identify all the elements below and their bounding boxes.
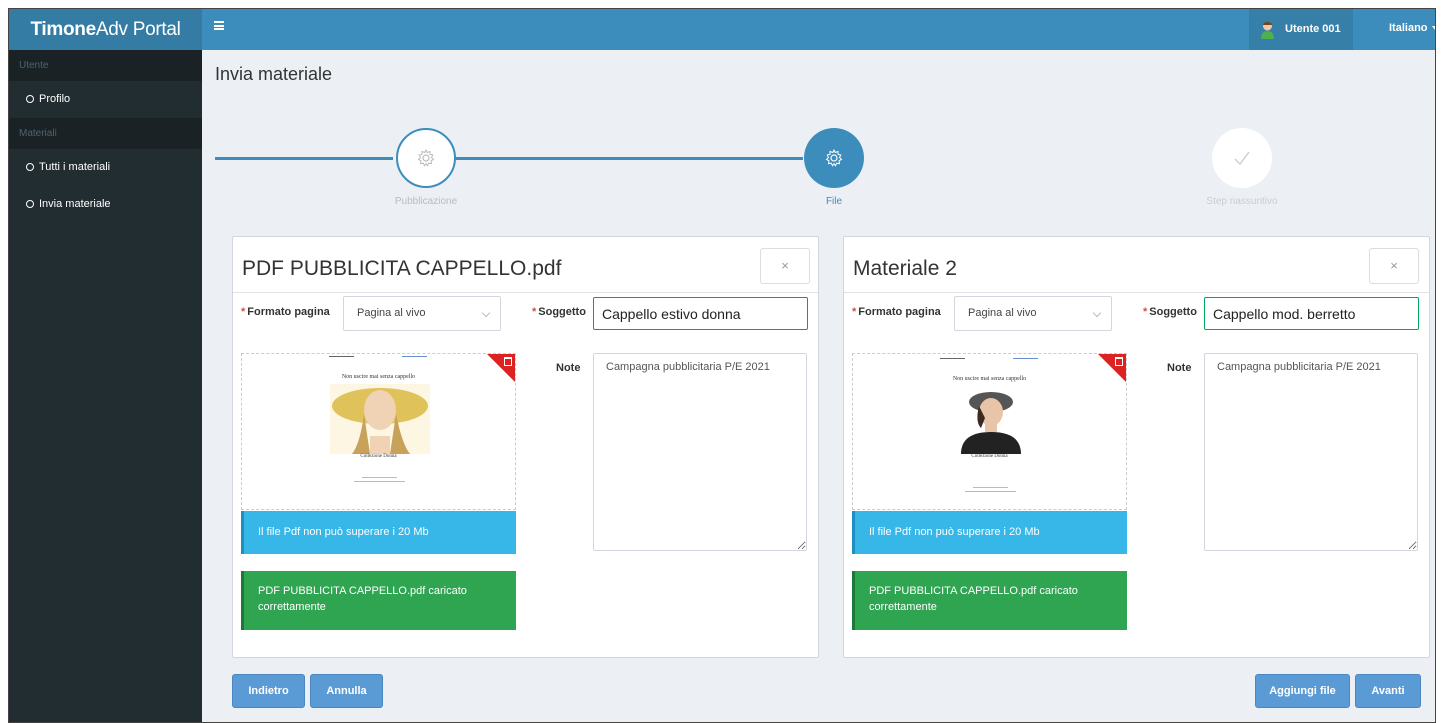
format-select-value: Pagina al vivo bbox=[357, 307, 426, 319]
subject-input[interactable] bbox=[1204, 297, 1419, 330]
notes-label: Note bbox=[1167, 362, 1192, 374]
subject-label-text: Soggetto bbox=[1149, 306, 1197, 318]
preview-mark bbox=[402, 356, 427, 357]
material-panel-1: PDF PUBBLICITA CAPPELLO.pdf × * Formato p… bbox=[232, 236, 819, 658]
sidebar-item-invia-materiale[interactable]: Invia materiale bbox=[9, 186, 202, 223]
preview-mark bbox=[354, 481, 405, 482]
language-label: Italiano bbox=[1389, 22, 1428, 34]
gear-icon bbox=[417, 148, 435, 167]
gear-icon bbox=[825, 148, 843, 167]
next-button[interactable]: Avanti bbox=[1355, 674, 1421, 708]
format-label-text: Formato pagina bbox=[858, 306, 941, 318]
top-navbar: TimoneAdv Portal Utente 001 Italiano bbox=[9, 9, 1435, 50]
info-alert: Il file Pdf non può superare i 20 Mb bbox=[241, 511, 516, 554]
preview-mark bbox=[973, 487, 1008, 488]
panel-title: PDF PUBBLICITA CAPPELLO.pdf bbox=[242, 257, 562, 280]
main-content: Invia materiale Pubblicazione File Step … bbox=[202, 50, 1435, 722]
preview-mark bbox=[965, 491, 1016, 492]
notes-textarea[interactable]: Campagna pubblicitaria P/E 2021 bbox=[1204, 353, 1418, 551]
success-alert: PDF PUBBLICITA CAPPELLO.pdf caricato cor… bbox=[852, 571, 1127, 630]
preview-mark bbox=[1013, 358, 1038, 359]
back-button[interactable]: Indietro bbox=[232, 674, 305, 708]
format-label: * Formato pagina bbox=[852, 306, 941, 318]
page-title: Invia materiale bbox=[215, 64, 333, 84]
required-marker: * bbox=[241, 306, 246, 318]
avatar bbox=[1261, 21, 1274, 39]
caret-down-icon bbox=[1431, 26, 1435, 31]
sidebar-header-utente: Utente bbox=[9, 50, 202, 81]
circle-icon bbox=[26, 95, 34, 103]
language-dropdown[interactable]: Italiano bbox=[1389, 22, 1435, 34]
brand-logo[interactable]: TimoneAdv Portal bbox=[9, 9, 202, 50]
chevron-down-icon bbox=[1092, 308, 1102, 318]
brand-bold: Timone bbox=[30, 19, 96, 40]
sidebar-header-materiali: Materiali bbox=[9, 118, 202, 149]
step-label-file: File bbox=[825, 196, 843, 207]
format-label: * Formato pagina bbox=[241, 306, 330, 318]
preview-mark bbox=[362, 477, 397, 478]
success-alert: PDF PUBBLICITA CAPPELLO.pdf caricato cor… bbox=[241, 571, 516, 630]
step-label-pubblicazione: Pubblicazione bbox=[394, 196, 458, 207]
preview-mark bbox=[940, 358, 965, 359]
brand-light: Adv Portal bbox=[95, 19, 181, 40]
format-select[interactable]: Pagina al vivo bbox=[343, 296, 501, 331]
cancel-button[interactable]: Annulla bbox=[310, 674, 383, 708]
preview-heading: Non uscire mai senza cappello bbox=[952, 376, 1027, 382]
user-menu[interactable]: Utente 001 bbox=[1249, 9, 1353, 50]
format-select-value: Pagina al vivo bbox=[968, 307, 1037, 319]
chevron-down-icon bbox=[481, 308, 491, 318]
circle-icon bbox=[26, 163, 34, 171]
step-connector bbox=[215, 157, 393, 160]
preview-heading: Non uscire mai senza cappello bbox=[341, 374, 416, 380]
close-button[interactable]: × bbox=[760, 248, 810, 284]
trash-icon[interactable] bbox=[504, 357, 512, 366]
close-button[interactable]: × bbox=[1369, 248, 1419, 284]
pdf-preview[interactable]: Non uscire mai senza cappello Collezione… bbox=[852, 353, 1127, 510]
notes-textarea[interactable]: Campagna pubblicitaria P/E 2021 bbox=[593, 353, 807, 551]
preview-caption: Collezione Donna bbox=[971, 454, 1008, 459]
preview-photo-woman-beret bbox=[955, 388, 1027, 454]
sidebar-item-label: Tutti i materiali bbox=[39, 161, 111, 173]
notes-label: Note bbox=[556, 362, 581, 374]
required-marker: * bbox=[852, 306, 857, 318]
subject-label: * Soggetto bbox=[532, 306, 586, 318]
step-connector bbox=[453, 157, 803, 160]
required-marker: * bbox=[1143, 306, 1148, 318]
sidebar-item-tutti-materiali[interactable]: Tutti i materiali bbox=[9, 149, 202, 186]
trash-icon[interactable] bbox=[1115, 357, 1123, 366]
menu-toggle-icon[interactable] bbox=[214, 21, 224, 30]
sidebar-item-profilo[interactable]: Profilo bbox=[9, 81, 202, 118]
subject-label: * Soggetto bbox=[1143, 306, 1197, 318]
step-label-riassuntivo: Step riassuntivo bbox=[1206, 196, 1278, 207]
add-file-button[interactable]: Aggiungi file bbox=[1255, 674, 1350, 708]
panel-divider bbox=[844, 292, 1429, 293]
info-alert: Il file Pdf non può superare i 20 Mb bbox=[852, 511, 1127, 554]
required-marker: * bbox=[532, 306, 537, 318]
preview-mark bbox=[329, 356, 354, 357]
panel-title: Materiale 2 bbox=[853, 257, 957, 280]
preview-photo-woman-hat bbox=[330, 384, 430, 454]
format-label-text: Formato pagina bbox=[247, 306, 330, 318]
sidebar: Utente Profilo Materiali Tutti i materia… bbox=[9, 50, 202, 722]
panel-divider bbox=[233, 292, 818, 293]
user-name: Utente 001 bbox=[1285, 23, 1341, 35]
sidebar-item-label: Invia materiale bbox=[39, 198, 111, 210]
subject-input[interactable] bbox=[593, 297, 808, 330]
pdf-preview[interactable]: Non uscire mai senza cappello Collezione… bbox=[241, 353, 516, 510]
step-pubblicazione[interactable] bbox=[396, 128, 456, 188]
format-select[interactable]: Pagina al vivo bbox=[954, 296, 1112, 331]
app-window: TimoneAdv Portal Utente 001 Italiano Ute… bbox=[8, 8, 1436, 723]
circle-icon bbox=[26, 200, 34, 208]
sidebar-item-label: Profilo bbox=[39, 93, 71, 105]
step-file[interactable] bbox=[804, 128, 864, 188]
material-panel-2: Materiale 2 × * Formato pagina Pagina al … bbox=[843, 236, 1430, 658]
step-riassuntivo[interactable] bbox=[1212, 128, 1272, 188]
check-icon bbox=[1234, 151, 1250, 165]
subject-label-text: Soggetto bbox=[538, 306, 586, 318]
preview-caption: Collezione Donna bbox=[360, 454, 397, 459]
